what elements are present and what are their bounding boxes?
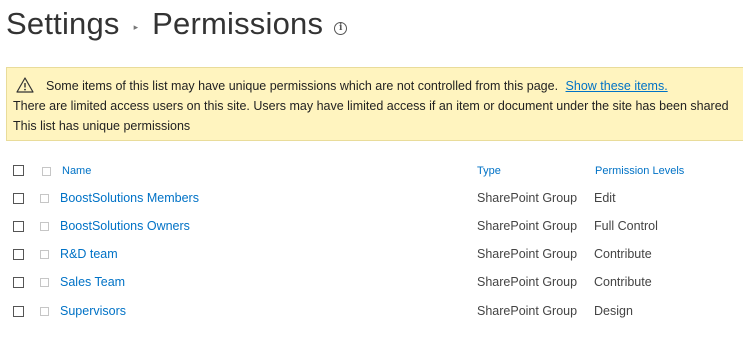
group-type: SharePoint Group — [477, 247, 578, 261]
permissions-warning-banner: Some items of this list may have unique … — [6, 67, 743, 141]
column-header-permission-levels[interactable]: Permission Levels — [595, 165, 684, 177]
show-these-items-link[interactable]: Show these items. — [566, 79, 668, 93]
permission-level: Contribute — [594, 247, 652, 261]
banner-line-1: Some items of this list may have unique … — [46, 79, 668, 93]
group-name-link[interactable]: R&D team — [60, 247, 118, 261]
group-name-link[interactable]: Supervisors — [60, 304, 126, 318]
page-title: Permissions — [152, 6, 324, 41]
warning-icon — [16, 77, 34, 93]
row-select-checkbox[interactable] — [13, 193, 24, 204]
group-type: SharePoint Group — [477, 304, 578, 318]
row-select-checkbox[interactable] — [13, 277, 24, 288]
group-name-link[interactable]: BoostSolutions Members — [60, 191, 199, 205]
banner-line-1-text: Some items of this list may have unique … — [46, 79, 559, 93]
column-header-name[interactable]: Name — [62, 165, 91, 177]
permission-level: Full Control — [594, 219, 658, 233]
row-select-checkbox[interactable] — [13, 221, 24, 232]
banner-line-3: This list has unique permissions — [13, 119, 191, 133]
header-item-checkbox[interactable] — [42, 167, 51, 176]
banner-line-2: There are limited access users on this s… — [13, 99, 729, 113]
select-all-checkbox[interactable] — [13, 165, 24, 176]
row-select-checkbox[interactable] — [13, 306, 24, 317]
group-type: SharePoint Group — [477, 219, 578, 233]
info-icon[interactable]: i — [334, 21, 348, 35]
permission-level: Design — [594, 304, 633, 318]
column-header-type[interactable]: Type — [477, 165, 501, 177]
breadcrumb-settings[interactable]: Settings — [6, 6, 120, 42]
row-item-checkbox[interactable] — [40, 250, 49, 259]
row-item-checkbox[interactable] — [40, 307, 49, 316]
row-item-checkbox[interactable] — [40, 222, 49, 231]
permission-level: Edit — [594, 191, 616, 205]
group-type: SharePoint Group — [477, 275, 578, 289]
permission-level: Contribute — [594, 275, 652, 289]
row-select-checkbox[interactable] — [13, 249, 24, 260]
group-type: SharePoint Group — [477, 191, 578, 205]
group-name-link[interactable]: Sales Team — [60, 275, 125, 289]
row-item-checkbox[interactable] — [40, 278, 49, 287]
breadcrumb: Settings ▸ Permissions i — [6, 0, 348, 48]
row-item-checkbox[interactable] — [40, 194, 49, 203]
group-name-link[interactable]: BoostSolutions Owners — [60, 219, 190, 233]
breadcrumb-separator-icon: ▸ — [133, 21, 139, 32]
